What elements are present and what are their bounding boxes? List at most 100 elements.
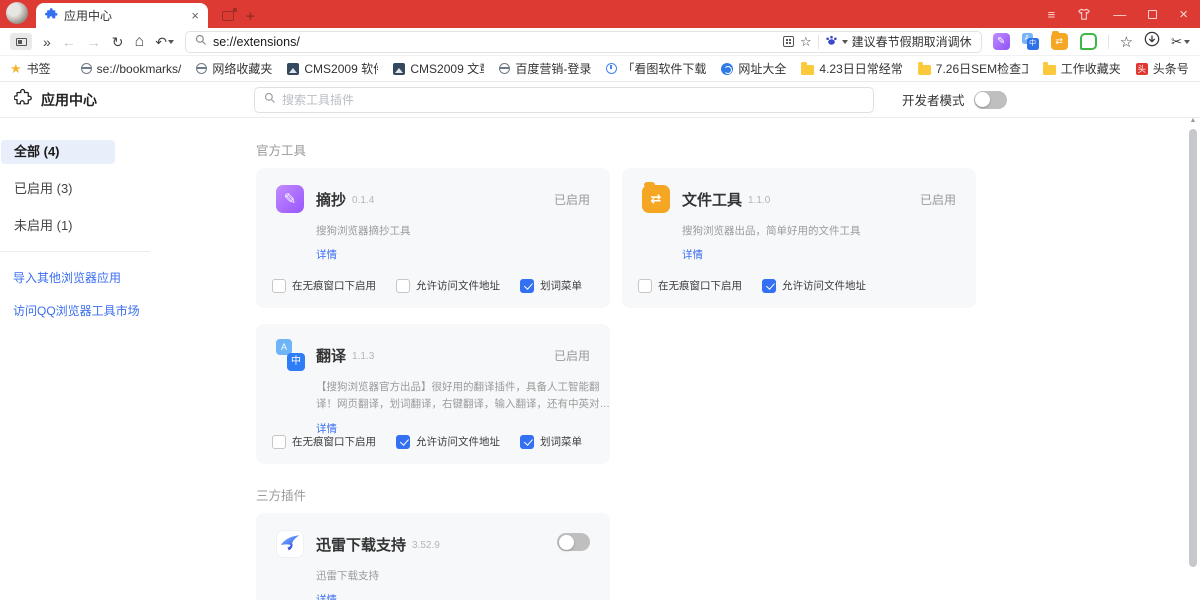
option-word-menu[interactable]: 划词菜单 [520,434,582,449]
close-window-icon[interactable]: × [1179,7,1188,22]
extension-name: 文件工具 [682,189,742,210]
status-badge: 已启用 [554,191,590,208]
checkbox[interactable] [396,435,410,449]
import-apps-link[interactable]: 导入其他浏览器应用 [0,269,256,286]
checkbox[interactable] [396,279,410,293]
extension-card-zhaichao: ✎ 摘抄 0.1.4 已启用 搜狗浏览器摘抄工具 详情 在无痕窗口下启用 允许访… [256,168,610,308]
minimize-icon[interactable]: — [1113,8,1126,21]
scrollbar-thumb[interactable] [1189,129,1197,567]
maximize-icon[interactable] [1148,10,1157,19]
bookmark-folder[interactable]: 4.23日日常经常 [801,60,902,77]
filter-enabled[interactable]: 已启用 (3) [1,177,115,201]
qr-code-icon[interactable] [783,36,794,47]
qq-market-link[interactable]: 访问QQ浏览器工具市场 [0,302,256,319]
developer-mode-toggle[interactable] [974,91,1007,109]
scrollbar[interactable]: ▲ [1187,115,1199,600]
tab-tools-icon[interactable] [222,11,234,21]
green-extension-icon[interactable] [1080,33,1097,50]
option-file-access[interactable]: 允许访问文件地址 [396,434,500,449]
option-incognito[interactable]: 在无痕窗口下启用 [638,278,742,293]
extension-description: 搜狗浏览器出品，简单好用的文件工具 [682,223,978,240]
option-file-access[interactable]: 允许访问文件地址 [762,278,866,293]
translate-extension-icon[interactable] [1022,33,1039,50]
bookmark-item[interactable]: se://bookmarks/ [81,62,182,76]
option-file-access[interactable]: 允许访问文件地址 [396,278,500,293]
status-badge: 已启用 [554,347,590,364]
bookmark-item[interactable]: 头头条号 [1136,60,1189,77]
tab-app-center[interactable]: 应用中心 × [36,3,208,28]
extension-card-file-tools: ⇄ 文件工具 1.1.0 已启用 搜狗浏览器出品，简单好用的文件工具 详情 在无… [622,168,976,308]
screenshot-scissors-icon[interactable]: ✂ [1171,34,1190,50]
bookmark-folder[interactable]: 工作收藏夹 [1043,60,1121,77]
hot-search-suggestion[interactable]: 建议春节假期取消调休 [825,33,972,51]
tab-close-icon[interactable]: × [191,9,199,22]
back-icon[interactable]: ← [62,35,76,49]
extension-version: 1.1.3 [352,351,374,362]
checkbox[interactable] [762,279,776,293]
recently-closed-icon[interactable]: ↶ [155,35,174,49]
extension-version: 3.52.9 [412,540,440,551]
plugin-search-box[interactable] [254,87,874,113]
search-icon [195,33,207,51]
tab-title: 应用中心 [64,7,185,24]
bookmark-item[interactable]: 网络收藏夹 [196,60,272,77]
checkbox[interactable] [520,435,534,449]
filter-disabled[interactable]: 未启用 (1) [1,214,115,238]
extensions-chevrons-icon[interactable]: » [43,35,51,49]
new-tab-button[interactable]: + [246,9,255,24]
checkbox[interactable] [638,279,652,293]
globe-icon [499,63,510,74]
checkbox[interactable] [520,279,534,293]
bookmark-item[interactable]: ★书签 [10,60,51,77]
skin-icon[interactable] [1077,8,1091,21]
folder-icon [801,65,814,75]
enable-toggle[interactable] [557,533,590,551]
browser-logo[interactable] [6,2,28,24]
favorites-star-icon[interactable]: ☆ [1120,33,1133,51]
url-text[interactable]: se://extensions/ [213,35,300,49]
toutiao-icon: 头 [1136,63,1148,75]
sidebar-divider [0,251,150,252]
option-incognito[interactable]: 在无痕窗口下启用 [272,434,376,449]
download-icon[interactable] [1144,31,1160,52]
home-icon[interactable]: ⌂ [135,34,145,50]
site-icon [721,63,733,75]
zhaichao-extension-icon[interactable]: ✎ [993,33,1010,50]
bookmark-item[interactable]: CMS2009 软件管 [287,60,378,77]
bookmark-item[interactable]: CMS2009 文章管 [393,60,484,77]
menu-icon[interactable]: ≡ [1048,8,1056,21]
option-word-menu[interactable]: 划词菜单 [520,278,582,293]
extension-icons: ✎ ⇄ [993,33,1097,50]
file-tools-extension-icon[interactable]: ⇄ [1051,33,1068,50]
option-incognito[interactable]: 在无痕窗口下启用 [272,278,376,293]
paw-icon [825,33,838,51]
puzzle-favicon-icon [45,7,58,25]
add-bookmark-star-icon[interactable]: ☆ [800,34,812,50]
filter-all[interactable]: 全部 (4) [1,140,115,164]
chevron-down-icon [1184,40,1190,44]
bookmark-item[interactable]: 百度营销-登录 [499,60,591,77]
extension-card-translate: 翻译 1.1.3 已启用 【搜狗浏览器官方出品】很好用的翻译插件，具备人工智能翻… [256,324,610,464]
bookmark-item[interactable]: 网址大全 [721,60,786,77]
star-icon: ★ [10,62,22,75]
forward-icon[interactable]: → [87,35,101,49]
page-header: 应用中心 开发者模式 [0,82,1200,118]
sidebar-panel-icon[interactable] [10,33,32,50]
address-bar[interactable]: se://extensions/ ☆ 建议春节假期取消调休 [185,31,982,53]
extension-version: 0.1.4 [352,195,374,206]
bookmark-folder[interactable]: 7.26日SEM检查工 [918,60,1028,77]
hot-search-text[interactable]: 建议春节假期取消调休 [852,33,972,50]
detail-link[interactable]: 详情 [316,247,337,262]
detail-link[interactable]: 详情 [316,592,337,600]
status-badge: 已启用 [920,191,956,208]
bookmark-item[interactable]: 「看图软件下载排 [606,60,706,77]
extension-version: 1.1.0 [748,195,770,206]
scroll-up-icon[interactable]: ▲ [1187,115,1199,127]
checkbox[interactable] [272,435,286,449]
developer-mode-label: 开发者模式 [902,90,965,109]
reload-icon[interactable]: ↻ [112,35,124,49]
checkbox[interactable] [272,279,286,293]
detail-link[interactable]: 详情 [682,247,703,262]
search-input[interactable] [282,93,864,107]
extension-description: 迅雷下载支持 [316,568,612,585]
